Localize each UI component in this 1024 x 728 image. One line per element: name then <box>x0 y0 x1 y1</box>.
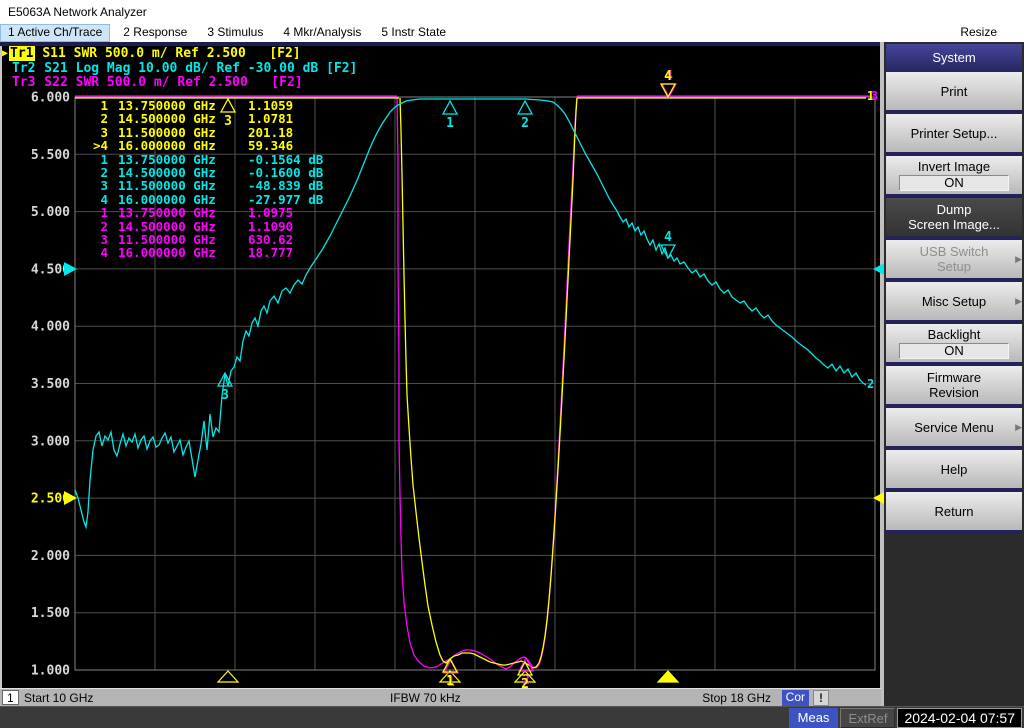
correction-badge: Cor <box>781 690 809 706</box>
menu-item-4[interactable]: 4 Mkr/Analysis <box>276 24 368 42</box>
warning-badge: ! <box>813 690 829 706</box>
trace-name-badge: Tr3 <box>12 75 36 91</box>
marker-row: 2 14.500000 GHz 1.0781 <box>100 111 294 127</box>
marker-row: 3 11.500000 GHz 630.62 <box>100 231 294 247</box>
softkey-firmware-revision[interactable]: Firmware Revision <box>886 366 1022 408</box>
softkey-help[interactable]: Help <box>886 450 1022 492</box>
marker-row: 3 11.500000 GHz 201.18 <box>100 124 294 140</box>
softkey-return[interactable]: Return <box>886 492 1022 534</box>
softkey-label: Firmware <box>926 370 982 385</box>
softkey-label: Revision <box>929 385 979 400</box>
softkey-label: Backlight <box>927 327 981 342</box>
softkey-printer-setup[interactable]: Printer Setup... <box>886 114 1022 156</box>
softkey-toggle-state: ON <box>899 343 1009 359</box>
datetime-display: 2024-02-04 07:57 <box>897 708 1022 728</box>
channel-indicator: 1 <box>2 690 19 705</box>
submenu-arrow-icon: ▶ <box>1015 422 1022 432</box>
softkey-sidebar: System Print Printer Setup... Invert Image… <box>884 42 1024 706</box>
system-status-bar: Meas ExtRef 2024-02-04 07:57 <box>0 706 1024 728</box>
trace-definition: S21 Log Mag 10.00 dB/ Ref -30.00 dB [F2] <box>36 60 358 76</box>
softkey-print[interactable]: Print <box>886 72 1022 114</box>
softkey-label: Invert Image <box>917 159 991 174</box>
softkey-label: Misc Setup <box>921 293 987 309</box>
meas-status-badge: Meas <box>788 708 839 728</box>
marker-row: 1 13.750000 GHz 1.1059 <box>100 98 294 113</box>
softkey-label: USB Switch <box>919 244 989 259</box>
softkey-label: Setup <box>937 259 971 274</box>
softkey-label: Print <box>940 83 968 99</box>
e5063a-window: E5063A Network Analyzer 1 Active Ch/Trac… <box>0 0 1024 728</box>
active-trace-arrow-icon: ▶ <box>2 48 9 59</box>
status-cluster: Meas ExtRef 2024-02-04 07:57 <box>788 708 1022 728</box>
start-frequency-label: Start 10 GHz <box>24 691 94 705</box>
softkey-label: Printer Setup... <box>910 125 998 141</box>
resize-button[interactable]: Resize <box>953 24 1004 42</box>
menu-item-3[interactable]: 3 Stimulus <box>200 24 270 42</box>
marker-row: 1 13.750000 GHz -0.1564 dB <box>100 151 324 167</box>
submenu-arrow-icon: ▶ <box>1015 296 1022 306</box>
legend-row-tr2[interactable]: Tr2 S21 Log Mag 10.00 dB/ Ref -30.00 dB … <box>2 61 357 76</box>
submenu-arrow-icon: ▶ <box>1015 254 1022 264</box>
softkey-buttons: Print Printer Setup... Invert Image ON Dump S… <box>884 72 1024 534</box>
stimulus-bar: 1 Start 10 GHz IFBW 70 kHz Stop 18 GHz C… <box>0 688 881 706</box>
marker-row: 4 16.000000 GHz -27.977 dB <box>100 191 324 207</box>
menu-item-5[interactable]: 5 Instr State <box>374 24 453 42</box>
softkey-label: Help <box>940 461 968 477</box>
marker-row: 3 11.500000 GHz -48.839 dB <box>100 178 324 194</box>
marker-row: 1 13.750000 GHz 1.0975 <box>100 205 294 221</box>
marker-readout-table: 1 13.750000 GHz 1.1059 2 14.500000 GHz 1.0781… <box>86 99 323 260</box>
softkey-usb-switch-setup: USB Switch Setup ▶ <box>886 240 1022 282</box>
stop-frequency-label: Stop 18 GHz <box>702 691 771 705</box>
extref-status-badge: ExtRef <box>840 708 896 728</box>
marker-row: 4 16.000000 GHz 18.777 <box>100 245 294 261</box>
softkey-invert-image[interactable]: Invert Image ON <box>886 156 1022 198</box>
marker-row: >4 16.000000 GHz 59.346 <box>92 138 294 154</box>
trace-definition: S22 SWR 500.0 m/ Ref 2.500 [F2] <box>36 75 303 91</box>
softkey-toggle-state: ON <box>899 175 1009 191</box>
trace-name-badge: Tr1 <box>9 46 35 61</box>
marker-row: 2 14.500000 GHz 1.1090 <box>100 218 294 234</box>
legend-row-tr3[interactable]: Tr3 S22 SWR 500.0 m/ Ref 2.500 [F2] <box>2 75 303 90</box>
window-title: E5063A Network Analyzer <box>0 0 1024 24</box>
softkey-menu-title: System <box>886 44 1022 72</box>
menu-item-1[interactable]: 1 Active Ch/Trace <box>0 24 111 42</box>
softkey-label: Screen Image... <box>908 217 1000 232</box>
trace-definition: S11 SWR 500.0 m/ Ref 2.500 [F2] <box>34 46 301 61</box>
softkey-service-menu[interactable]: Service Menu ▶ <box>886 408 1022 450</box>
menu-items: 1 Active Ch/Trace 2 Response 3 Stimulus 4 M… <box>0 24 459 42</box>
softkey-label: Service Menu <box>914 419 994 435</box>
softkey-backlight[interactable]: Backlight ON <box>886 324 1022 366</box>
softkey-misc-setup[interactable]: Misc Setup ▶ <box>886 282 1022 324</box>
marker-row: 2 14.500000 GHz -0.1600 dB <box>100 164 324 180</box>
menu-bar: 1 Active Ch/Trace 2 Response 3 Stimulus 4 M… <box>0 24 1024 42</box>
softkey-dump-screen-image[interactable]: Dump Screen Image... <box>886 198 1022 240</box>
softkey-label: Return <box>934 503 974 519</box>
ifbw-label: IFBW 70 kHz <box>390 691 461 705</box>
softkey-label: Dump <box>936 202 972 217</box>
trace-name-badge: Tr2 <box>12 60 36 76</box>
legend-row-tr1[interactable]: ▶ Tr1 S11 SWR 500.0 m/ Ref 2.500 [F2] <box>2 46 301 61</box>
menu-item-2[interactable]: 2 Response <box>116 24 194 42</box>
